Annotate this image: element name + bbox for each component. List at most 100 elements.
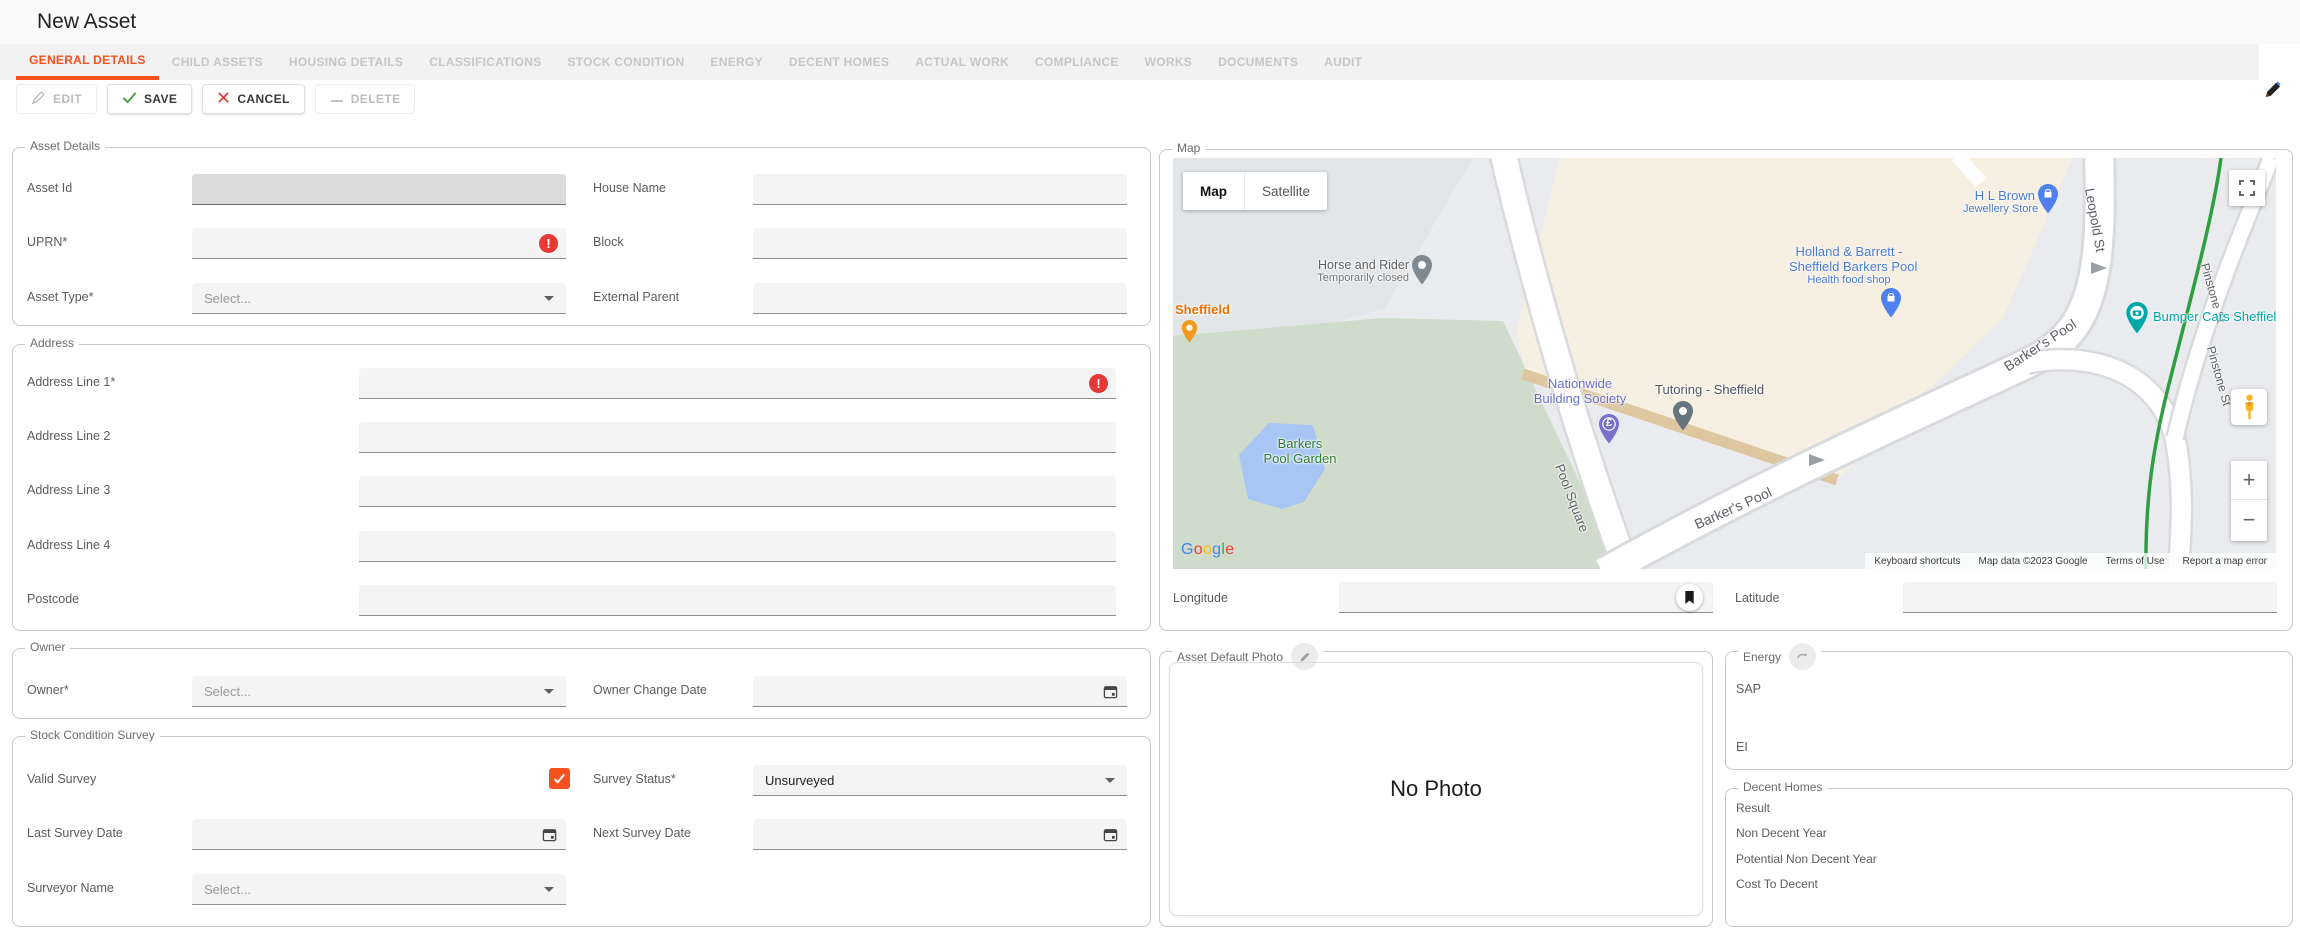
calendar-icon[interactable] [1103, 827, 1118, 847]
external-parent-field[interactable] [753, 283, 1127, 314]
poi-marker-nationwide[interactable]: £ [1598, 414, 1620, 449]
edit-button-label: EDIT [53, 92, 82, 106]
calendar-icon[interactable] [1103, 684, 1118, 704]
postcode-label: Postcode [27, 592, 79, 606]
block-field[interactable] [753, 228, 1127, 259]
tab-child-assets[interactable]: CHILD ASSETS [159, 44, 276, 80]
tab-documents[interactable]: DOCUMENTS [1205, 44, 1311, 80]
delete-button[interactable]: DELETE [315, 84, 416, 114]
address-line4-field[interactable] [359, 531, 1116, 562]
valid-survey-checkbox[interactable] [549, 768, 570, 789]
uprn-field[interactable]: ! [192, 228, 566, 259]
address-line3-field[interactable] [359, 476, 1116, 507]
external-parent-label: External Parent [593, 290, 679, 304]
chevron-down-icon [544, 689, 554, 694]
poi-marker-tutoring[interactable] [1672, 401, 1694, 436]
tab-general-details[interactable]: GENERAL DETAILS [16, 44, 159, 80]
terms-of-use-link[interactable]: Terms of Use [2106, 556, 2165, 567]
surveyor-name-placeholder: Select... [204, 882, 251, 897]
potential-non-decent-year-label: Potential Non Decent Year [1736, 852, 1877, 866]
google-letter: o [1203, 541, 1212, 558]
address-section: Address Address Line 1* ! Address Line 2… [12, 344, 1151, 631]
tab-works[interactable]: WORKS [1132, 44, 1206, 80]
poi-marker-holland-barrett[interactable] [1880, 288, 1902, 323]
poi-marker-hl-brown[interactable] [2037, 184, 2059, 219]
energy-section: Energy SAP EI [1725, 651, 2293, 770]
map-canvas[interactable]: Leopold St Pinstone St Pinstone St Pool … [1173, 158, 2276, 569]
energy-refresh-button[interactable] [1789, 643, 1816, 670]
asset-type-select[interactable]: Select... [192, 283, 566, 314]
city-marker-sheffield[interactable] [1181, 320, 1198, 348]
edit-pencil-icon[interactable] [2262, 79, 2283, 100]
owner-select[interactable]: Select... [192, 676, 566, 707]
poi-horse-line1: Horse and Rider [1315, 258, 1409, 272]
minus-icon [330, 92, 344, 106]
owner-section: Owner Owner* Select... Owner Change Date [12, 648, 1151, 719]
poi-nationwide-line2: Building Society [1525, 391, 1635, 406]
house-name-field[interactable] [753, 174, 1127, 205]
asset-id-label: Asset Id [27, 181, 72, 195]
map-type-control: Map Satellite [1183, 172, 1327, 210]
poi-hb-line1: Holland & Barrett - [1789, 244, 1909, 259]
fullscreen-button[interactable] [2229, 170, 2265, 206]
chevron-down-icon [544, 887, 554, 892]
last-survey-date-field[interactable] [192, 819, 566, 850]
tab-bar: GENERAL DETAILS CHILD ASSETS HOUSING DET… [0, 44, 2259, 80]
poi-label-holland-barrett: Holland & Barrett - Sheffield Barkers Po… [1789, 244, 1909, 286]
poi-garden-line1: Barkers [1250, 436, 1350, 451]
energy-legend: Energy [1743, 650, 1781, 664]
tab-stock-condition[interactable]: STOCK CONDITION [554, 44, 697, 80]
pencil-icon [31, 90, 46, 108]
pegman-button[interactable] [2231, 389, 2267, 425]
pound-icon: £ [1598, 417, 1620, 429]
tab-energy[interactable]: ENERGY [697, 44, 775, 80]
edit-button[interactable]: EDIT [16, 84, 97, 114]
zoom-out-button[interactable]: − [2231, 500, 2267, 539]
save-button-label: SAVE [144, 92, 177, 106]
delete-button-label: DELETE [351, 92, 401, 106]
poi-nationwide-line1: Nationwide [1525, 376, 1635, 391]
address-line1-label: Address Line 1* [27, 375, 115, 389]
map-type-satellite-button[interactable]: Satellite [1244, 172, 1327, 210]
longitude-field[interactable] [1339, 582, 1713, 613]
bookmark-button[interactable] [1676, 584, 1703, 611]
google-logo[interactable]: Google [1181, 541, 1234, 559]
cost-to-decent-label: Cost To Decent [1736, 877, 1818, 891]
tab-classifications[interactable]: CLASSIFICATIONS [416, 44, 554, 80]
poi-marker-bumper-cars[interactable] [2125, 302, 2149, 339]
poi-label-barkers-pool-garden: Barkers Pool Garden [1250, 436, 1350, 466]
zoom-in-button[interactable]: + [2231, 461, 2267, 500]
next-survey-date-field[interactable] [753, 819, 1127, 850]
survey-status-label: Survey Status* [593, 772, 676, 786]
save-button[interactable]: SAVE [107, 84, 192, 114]
tab-housing-details[interactable]: HOUSING DETAILS [276, 44, 416, 80]
cancel-button-label: CANCEL [237, 92, 289, 106]
poi-marker-horse-and-rider[interactable] [1411, 255, 1433, 290]
tab-compliance[interactable]: COMPLIANCE [1022, 44, 1132, 80]
tab-actual-work[interactable]: ACTUAL WORK [902, 44, 1022, 80]
poi-label-horse-and-rider: Horse and Rider Temporarily closed [1315, 258, 1409, 284]
calendar-icon[interactable] [542, 827, 557, 847]
cancel-button[interactable]: CANCEL [202, 84, 304, 114]
tab-audit[interactable]: AUDIT [1311, 44, 1375, 80]
owner-placeholder: Select... [204, 684, 251, 699]
toolbar: EDIT SAVE CANCEL DELETE [16, 84, 415, 114]
check-icon [553, 773, 566, 784]
survey-status-select[interactable]: Unsurveyed [753, 765, 1127, 796]
postcode-field[interactable] [359, 585, 1116, 616]
surveyor-name-select[interactable]: Select... [192, 874, 566, 905]
latitude-field[interactable] [1903, 582, 2277, 613]
tab-decent-homes[interactable]: DECENT HOMES [776, 44, 902, 80]
decent-homes-legend: Decent Homes [1743, 780, 1822, 794]
map-legend: Map [1177, 141, 1200, 155]
map-type-map-button[interactable]: Map [1183, 172, 1244, 210]
asset-id-field [192, 174, 566, 205]
address-line1-field[interactable]: ! [359, 368, 1116, 399]
address-line2-field[interactable] [359, 422, 1116, 453]
owner-change-date-field[interactable] [753, 676, 1127, 707]
report-map-error-link[interactable]: Report a map error [2183, 556, 2267, 567]
check-icon [122, 91, 137, 107]
non-decent-year-label: Non Decent Year [1736, 826, 1827, 840]
keyboard-shortcuts-link[interactable]: Keyboard shortcuts [1874, 556, 1960, 567]
owner-legend: Owner [30, 640, 65, 654]
